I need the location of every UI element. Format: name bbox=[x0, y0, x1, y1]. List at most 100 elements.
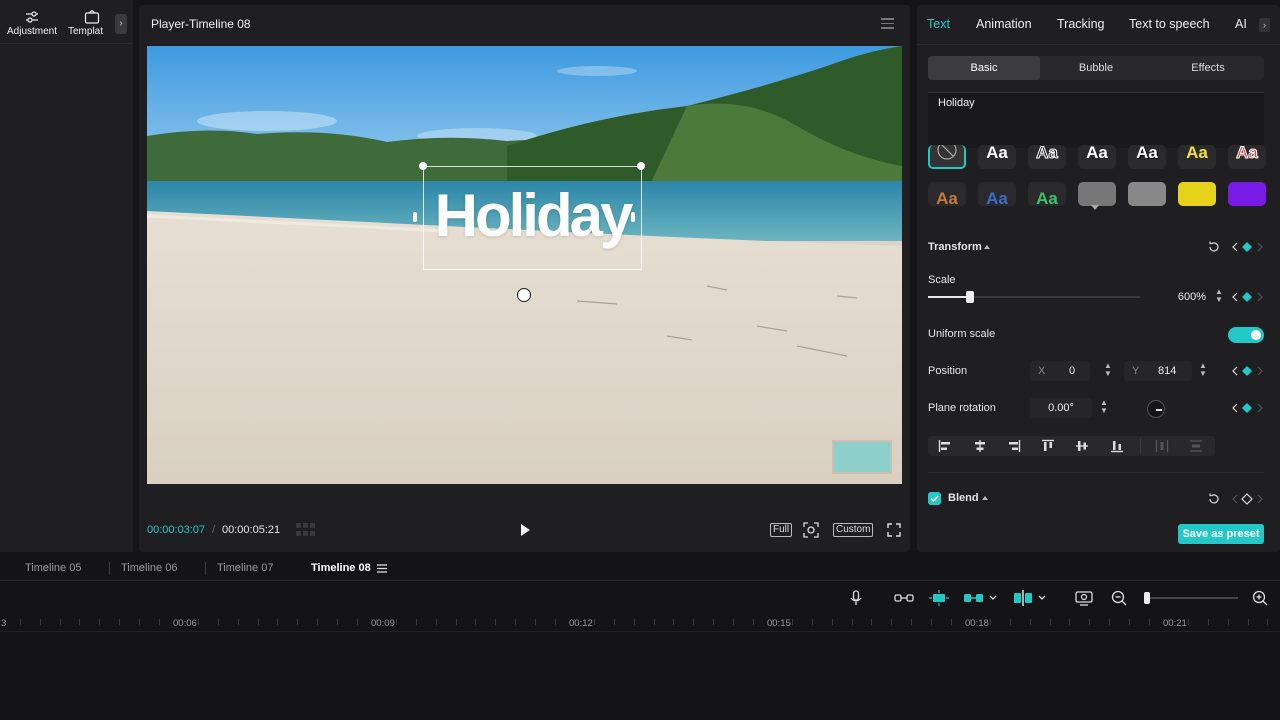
style-preset-8[interactable]: Aa bbox=[928, 182, 966, 206]
style-preset-3[interactable]: Aa bbox=[1028, 145, 1066, 169]
scale-slider[interactable] bbox=[928, 291, 1140, 303]
style-preset-5[interactable]: Aa bbox=[1128, 145, 1166, 169]
timeline-zoom-slider[interactable] bbox=[1144, 592, 1238, 604]
style-preset-none[interactable] bbox=[928, 145, 966, 169]
ruler-tick bbox=[60, 619, 61, 625]
preview-axis-icon[interactable] bbox=[1013, 590, 1049, 606]
style-preset-9[interactable]: Aa bbox=[978, 182, 1016, 206]
resize-handle-top-right[interactable] bbox=[637, 162, 645, 170]
collapse-caret-icon[interactable] bbox=[984, 245, 990, 249]
scale-slider-knob[interactable] bbox=[966, 291, 975, 303]
position-y-stepper[interactable]: ▲ ▼ bbox=[1198, 362, 1208, 380]
tab-text[interactable]: Text bbox=[927, 17, 950, 31]
ruler-tick bbox=[317, 619, 318, 625]
ruler-tick bbox=[337, 619, 338, 625]
auto-snap-icon[interactable] bbox=[929, 590, 949, 606]
ruler-tick bbox=[258, 619, 259, 625]
style-preset-4[interactable]: Aa bbox=[1078, 145, 1116, 169]
ruler-tick bbox=[871, 619, 872, 625]
timeline-tab-05[interactable]: Timeline 05 bbox=[25, 562, 81, 574]
position-x-input[interactable]: X 0 bbox=[1030, 361, 1090, 381]
scale-input[interactable]: 600% bbox=[1158, 287, 1212, 307]
timeline-tracks-area[interactable] bbox=[0, 633, 1280, 720]
tool-adjustment[interactable]: Adjustment bbox=[7, 10, 57, 37]
style-preset-2[interactable]: Aa bbox=[978, 145, 1016, 169]
transform-section-label[interactable]: Transform bbox=[928, 241, 982, 253]
rotation-keyframe-icon[interactable] bbox=[1231, 401, 1263, 415]
link-clips-icon[interactable] bbox=[894, 590, 914, 606]
tab-tracking[interactable]: Tracking bbox=[1057, 17, 1104, 31]
video-preview[interactable]: Holiday bbox=[147, 46, 902, 484]
rotate-handle-icon[interactable] bbox=[517, 288, 531, 302]
position-keyframe-icon[interactable] bbox=[1231, 364, 1263, 378]
position-x-stepper[interactable]: ▲ ▼ bbox=[1103, 362, 1113, 380]
ruler-tick bbox=[911, 619, 912, 625]
rotation-dial[interactable] bbox=[1147, 400, 1165, 418]
style-preset-14[interactable] bbox=[1228, 182, 1266, 206]
zoom-fit-icon[interactable] bbox=[803, 522, 819, 538]
align-right-icon[interactable] bbox=[1007, 439, 1021, 453]
style-preset-12[interactable] bbox=[1128, 182, 1166, 206]
play-icon[interactable] bbox=[519, 523, 531, 537]
timeline-tab-07[interactable]: Timeline 07 bbox=[217, 562, 273, 574]
preview-quality-icon[interactable] bbox=[1075, 590, 1093, 606]
main-track-magnet-icon[interactable] bbox=[963, 590, 999, 606]
subtab-basic[interactable]: Basic bbox=[928, 56, 1040, 80]
tabs-scroll-button[interactable]: › bbox=[1259, 18, 1270, 32]
blend-reset-icon[interactable] bbox=[1207, 492, 1221, 506]
scroll-right-button[interactable]: › bbox=[115, 14, 127, 34]
align-top-icon[interactable] bbox=[1041, 439, 1055, 453]
style-preset-13[interactable] bbox=[1178, 182, 1216, 206]
custom-ratio-button[interactable]: Custom bbox=[833, 523, 874, 537]
save-as-preset-button[interactable]: Save as preset bbox=[1178, 524, 1264, 544]
style-preset-10[interactable]: Aa bbox=[1028, 182, 1066, 206]
blend-checkbox[interactable] bbox=[928, 492, 941, 505]
tab-ai[interactable]: AI bbox=[1235, 17, 1247, 31]
tool-template[interactable]: Templat bbox=[68, 10, 110, 37]
subtab-bubble[interactable]: Bubble bbox=[1040, 56, 1152, 80]
zoom-in-icon[interactable] bbox=[1252, 590, 1268, 606]
fullscreen-icon[interactable] bbox=[887, 523, 901, 537]
position-y-input[interactable]: Y 814 bbox=[1124, 361, 1192, 381]
zoom-slider-knob[interactable] bbox=[1144, 592, 1150, 604]
timeline-ruler[interactable]: 3 00:06 00:09 00:12 00:15 00:18 00:21 bbox=[0, 614, 1280, 632]
uniform-scale-toggle[interactable] bbox=[1228, 327, 1264, 343]
zoom-out-icon[interactable] bbox=[1111, 590, 1127, 606]
text-content-value: Holiday bbox=[938, 97, 975, 109]
resize-handle-top-left[interactable] bbox=[419, 162, 427, 170]
timeline-tab-08[interactable]: Timeline 08 bbox=[311, 562, 371, 574]
microphone-icon[interactable] bbox=[849, 590, 863, 606]
align-bottom-icon[interactable] bbox=[1110, 439, 1124, 453]
overlay-text[interactable]: Holiday bbox=[423, 181, 642, 250]
full-button[interactable]: Full bbox=[770, 523, 793, 537]
ruler-tick bbox=[456, 619, 457, 625]
tab-separator bbox=[205, 562, 206, 575]
blend-caret-icon[interactable] bbox=[982, 496, 988, 500]
ruler-label: 00:06 bbox=[173, 618, 197, 629]
scale-keyframe-icon[interactable] bbox=[1231, 290, 1263, 304]
resize-handle-left[interactable] bbox=[413, 212, 417, 222]
reset-icon[interactable] bbox=[1207, 240, 1221, 254]
tab-animation[interactable]: Animation bbox=[976, 17, 1032, 31]
timecode-separator: / bbox=[212, 524, 216, 536]
expand-presets-icon[interactable] bbox=[1091, 205, 1099, 210]
timeline-tab-menu-icon[interactable] bbox=[377, 564, 387, 573]
rotation-stepper[interactable]: ▲ ▼ bbox=[1099, 399, 1109, 417]
style-preset-11[interactable] bbox=[1078, 182, 1116, 206]
blend-section-label[interactable]: Blend bbox=[948, 492, 979, 504]
scale-stepper[interactable]: ▲ ▼ bbox=[1214, 288, 1224, 306]
align-center-v-icon[interactable] bbox=[1075, 439, 1089, 453]
blend-keyframe-icon[interactable] bbox=[1231, 492, 1263, 506]
frame-grid-icon[interactable] bbox=[296, 523, 318, 537]
tab-text-to-speech[interactable]: Text to speech bbox=[1129, 17, 1210, 31]
player-menu-icon[interactable] bbox=[881, 18, 894, 32]
align-center-h-icon[interactable] bbox=[973, 439, 987, 453]
text-content-input[interactable]: Holiday bbox=[928, 92, 1264, 148]
rotation-input[interactable]: 0.00° bbox=[1030, 398, 1092, 418]
align-left-icon[interactable] bbox=[938, 439, 952, 453]
subtab-effects[interactable]: Effects bbox=[1152, 56, 1264, 80]
style-preset-6[interactable]: Aa bbox=[1178, 145, 1216, 169]
timeline-tab-06[interactable]: Timeline 06 bbox=[121, 562, 177, 574]
keyframe-diamond-icon[interactable] bbox=[1231, 240, 1263, 254]
style-preset-7[interactable]: Aa bbox=[1228, 145, 1266, 169]
